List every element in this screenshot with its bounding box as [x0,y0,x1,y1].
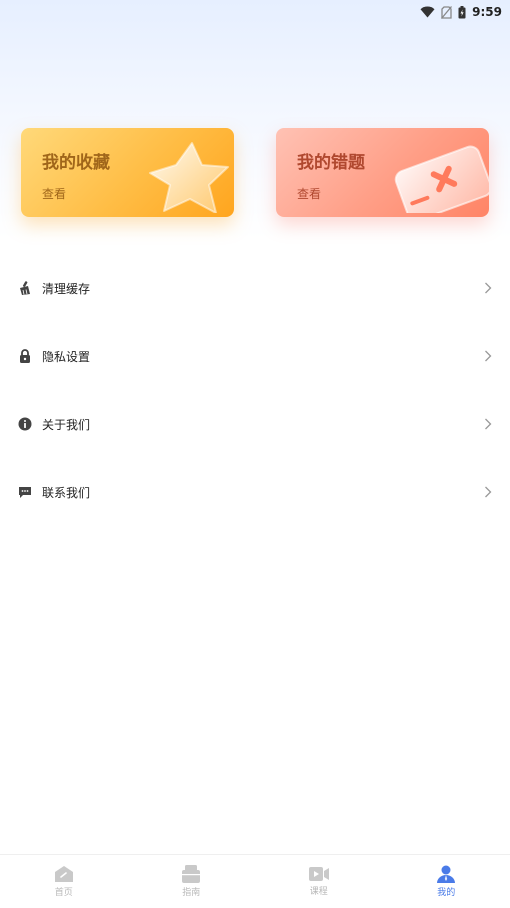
menu-item-contact-us[interactable]: 联系我们 [0,458,510,526]
video-icon [308,866,330,882]
message-icon [18,485,32,499]
home-icon [54,865,74,883]
battery-icon [458,5,466,19]
status-time: 9:59 [472,5,502,19]
menu-item-label: 清理缓存 [42,281,91,296]
favorites-card-title: 我的收藏 [42,153,110,173]
tab-label: 我的 [437,888,456,898]
chevron-right-icon [484,350,492,362]
chevron-right-icon [484,282,492,294]
error-ticket-icon [379,133,489,217]
favorites-view-link[interactable]: 查看 [42,185,66,202]
menu-item-clear-cache[interactable]: 清理缓存 [0,254,510,322]
mistakes-card[interactable]: 我的错题 查看 [276,128,489,217]
tab-mine[interactable]: 我的 [383,855,510,908]
guide-icon [181,865,201,883]
tab-label: 课程 [309,887,328,897]
wifi-icon [420,6,435,18]
broom-icon [18,281,32,295]
tab-home[interactable]: 首页 [0,855,128,908]
tab-guide[interactable]: 指南 [128,855,256,908]
bottom-tab-bar: 首页 指南 课程 我的 [0,854,510,908]
status-bar: 9:59 [0,0,510,24]
lock-icon [18,349,32,363]
menu-item-label: 关于我们 [42,417,91,432]
menu-item-label: 隐私设置 [42,349,91,364]
settings-menu: 清理缓存 隐私设置 关于我们 联系我们 [0,254,510,526]
menu-item-label: 联系我们 [42,485,91,500]
chevron-right-icon [484,418,492,430]
user-icon [436,865,456,883]
tab-courses[interactable]: 课程 [255,855,383,908]
favorites-card[interactable]: 我的收藏 查看 [21,128,234,217]
tab-label: 首页 [54,888,73,898]
chevron-right-icon [484,486,492,498]
info-icon [18,417,32,431]
star-icon [134,133,234,217]
mistakes-view-link[interactable]: 查看 [297,185,321,202]
tab-label: 指南 [182,888,201,898]
menu-item-about-us[interactable]: 关于我们 [0,390,510,458]
menu-item-privacy-settings[interactable]: 隐私设置 [0,322,510,390]
no-sim-icon [441,5,453,19]
mistakes-card-title: 我的错题 [297,153,365,173]
